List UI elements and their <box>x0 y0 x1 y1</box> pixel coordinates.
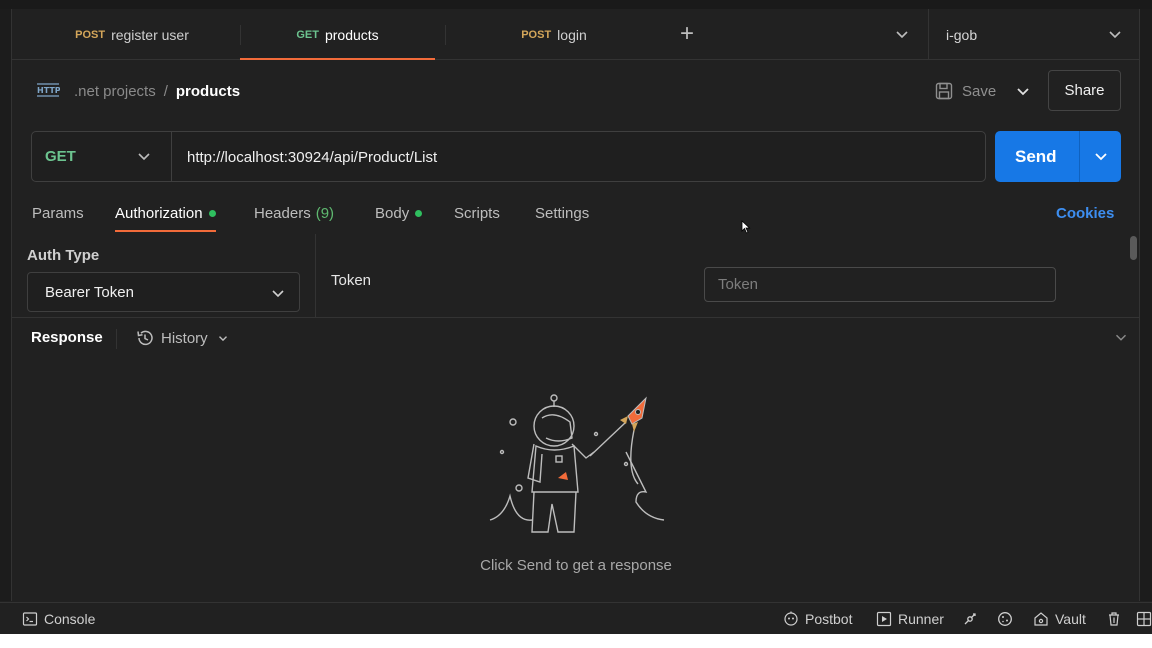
left-sidebar-edge <box>0 9 12 601</box>
auth-type-select[interactable]: Bearer Token <box>27 272 300 312</box>
history-label: History <box>161 329 208 347</box>
breadcrumb: HTTP .net projects / products <box>36 76 240 106</box>
tab-products[interactable]: GET products <box>240 9 435 60</box>
cookie-icon[interactable] <box>997 611 1013 627</box>
right-sidebar-edge <box>1139 9 1152 601</box>
tab-label: register user <box>111 26 189 43</box>
status-bar: Console Postbot Runner Vault <box>0 602 1152 634</box>
url-input[interactable] <box>187 144 967 170</box>
console-button[interactable]: Console <box>22 603 95 634</box>
tab-settings[interactable]: Settings <box>535 198 589 228</box>
chevron-down-icon[interactable] <box>1105 24 1125 44</box>
request-tab-bar: POST register user GET products POST log… <box>12 9 1139 60</box>
runner-button[interactable]: Runner <box>876 603 944 634</box>
headers-count: (9) <box>315 204 335 222</box>
collapse-chevron-icon[interactable] <box>1112 328 1130 346</box>
trash-icon[interactable] <box>1106 611 1122 627</box>
astronaut-rocket-illustration-icon <box>489 394 665 533</box>
new-tab-button[interactable]: + <box>677 20 697 47</box>
send-label: Send <box>1015 147 1057 166</box>
breadcrumb-collection[interactable]: .net projects <box>74 83 156 100</box>
tab-authorization-label: Authorization <box>115 204 203 222</box>
tab-login[interactable]: POST login <box>445 9 663 60</box>
send-options-chevron-icon[interactable] <box>1091 146 1111 166</box>
response-label: Response <box>31 329 103 346</box>
postbot-label: Postbot <box>805 611 853 627</box>
history-button[interactable]: History <box>135 328 236 348</box>
chevron-down-icon <box>272 290 284 298</box>
tab-label: login <box>557 26 587 43</box>
chevron-down-icon <box>218 336 227 342</box>
tab-register-user[interactable]: POST register user <box>24 9 240 60</box>
cookies-link[interactable]: Cookies <box>1056 198 1114 228</box>
vault-label: Vault <box>1055 611 1086 627</box>
share-button[interactable]: Share <box>1048 70 1121 111</box>
console-icon <box>22 612 38 626</box>
method-select[interactable]: GET <box>32 132 172 181</box>
url-bar: GET <box>31 131 986 182</box>
auth-type-value: Bearer Token <box>45 283 134 301</box>
tab-body-label: Body <box>375 204 410 222</box>
empty-response-message: Click Send to get a response <box>480 557 672 574</box>
console-label: Console <box>44 611 96 627</box>
tab-params[interactable]: Params <box>32 198 84 228</box>
window-top-edge <box>0 0 1152 9</box>
tab-settings-label: Settings <box>535 204 590 222</box>
authorization-status-dot <box>208 209 216 217</box>
tab-authorization[interactable]: Authorization <box>115 198 216 232</box>
environment-name: i-gob <box>946 26 978 43</box>
runner-icon <box>876 611 892 627</box>
environment-selector[interactable]: i-gob <box>946 9 977 60</box>
postbot-button[interactable]: Postbot <box>783 603 852 634</box>
auth-divider <box>315 234 316 317</box>
response-divider[interactable] <box>12 317 1139 318</box>
tab-headers[interactable]: Headers (9) <box>254 198 334 228</box>
tab-params-label: Params <box>32 204 84 222</box>
send-divider <box>1079 131 1080 182</box>
env-separator <box>928 9 929 60</box>
body-status-dot <box>415 209 423 217</box>
mouse-cursor-icon <box>741 220 751 234</box>
postman-app: POST register user GET products POST log… <box>0 0 1152 634</box>
response-separator <box>116 329 117 349</box>
scrollbar-thumb[interactable] <box>1130 236 1137 260</box>
save-options-chevron-icon[interactable] <box>1013 81 1033 101</box>
tab-method: POST <box>75 28 106 41</box>
chevron-down-icon <box>138 153 150 161</box>
tab-scripts[interactable]: Scripts <box>454 198 500 228</box>
save-icon <box>935 82 953 100</box>
token-input[interactable] <box>704 267 1056 302</box>
vault-button[interactable]: Vault <box>1033 603 1086 634</box>
tab-headers-label: Headers <box>254 204 311 222</box>
tab-label: products <box>324 26 379 43</box>
auth-type-label: Auth Type <box>27 247 100 264</box>
proxy-icon[interactable] <box>962 611 978 627</box>
breadcrumb-separator: / <box>163 82 168 100</box>
vault-icon <box>1034 612 1048 626</box>
send-button[interactable]: Send <box>995 131 1121 182</box>
tab-scripts-label: Scripts <box>454 204 500 222</box>
save-button[interactable]: Save <box>934 76 996 106</box>
svg-text:HTTP: HTTP <box>37 86 60 95</box>
token-label: Token <box>331 272 372 289</box>
request-name[interactable]: products <box>176 83 240 100</box>
save-label: Save <box>962 82 997 100</box>
tabs-dropdown-chevron-icon[interactable] <box>892 24 912 44</box>
layout-icon[interactable] <box>1136 611 1152 627</box>
tab-method: POST <box>521 28 552 41</box>
http-request-icon: HTTP <box>37 83 60 97</box>
method-value: GET <box>45 148 76 165</box>
runner-label: Runner <box>898 611 944 627</box>
tab-method: GET <box>296 28 319 41</box>
postbot-icon <box>784 611 798 626</box>
tab-body[interactable]: Body <box>375 198 423 228</box>
history-icon <box>137 330 153 346</box>
